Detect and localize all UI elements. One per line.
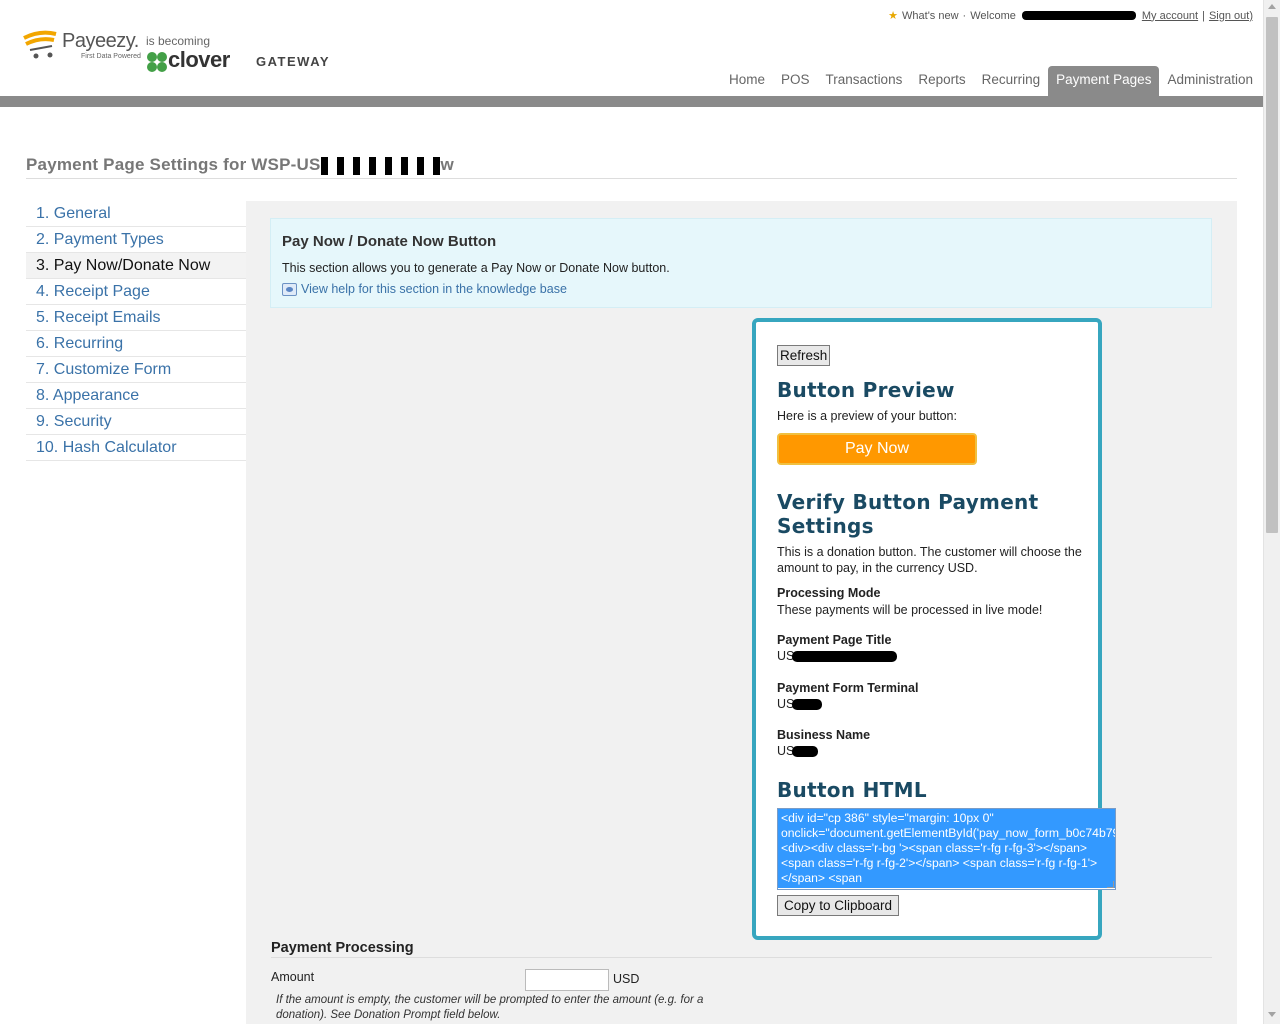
- payment-page-title-label: Payment Page Title: [777, 633, 892, 647]
- redacted-value: [792, 650, 898, 662]
- sidebar-item-recurring[interactable]: 6. Recurring: [26, 331, 246, 357]
- scroll-down-arrow-icon[interactable]: [1268, 1012, 1276, 1017]
- copy-to-clipboard-button[interactable]: Copy to Clipboard: [777, 895, 900, 916]
- sign-out-link[interactable]: Sign out): [1209, 10, 1253, 22]
- nav-recurring[interactable]: Recurring: [974, 66, 1049, 96]
- redacted-value: [792, 745, 819, 757]
- amount-help-note: If the amount is empty, the customer wil…: [276, 994, 704, 1021]
- account-bar: ★ What's new · Welcome My account | Sign…: [888, 9, 1253, 23]
- welcome-text: Welcome: [970, 9, 1016, 22]
- refresh-button[interactable]: Refresh: [777, 345, 831, 366]
- sidebar-item-customize-form[interactable]: 7. Customize Form: [26, 357, 246, 383]
- whats-new-link[interactable]: What's new: [902, 10, 959, 22]
- payeezy-wordmark: Payeezy.: [62, 30, 139, 52]
- first-data-tagline: First Data Powered: [81, 53, 141, 60]
- becoming-text: is becoming: [146, 34, 211, 48]
- button-preview-card: Refresh Button Preview Here is a preview…: [752, 318, 1116, 940]
- resize-grip-icon[interactable]: [1107, 881, 1114, 888]
- payment-page-title-value: US: [777, 649, 898, 663]
- redacted-title-part: [320, 156, 441, 175]
- scrollbar-thumb[interactable]: [1266, 17, 1278, 533]
- nav-home[interactable]: Home: [721, 66, 773, 96]
- vertical-scrollbar[interactable]: [1263, 0, 1280, 1024]
- separator-dot: ·: [962, 9, 967, 22]
- payment-processing-heading: Payment Processing: [271, 940, 414, 956]
- processing-mode-value: These payments will be processed in live…: [777, 603, 1043, 617]
- header-divider-bar: [0, 96, 1263, 107]
- button-html-heading: Button HTML: [777, 778, 927, 802]
- page-title: Payment Page Settings for WSP-US w: [26, 155, 454, 175]
- payeezy-clover-logo[interactable]: Payeezy. First Data Powered is becoming …: [22, 28, 329, 78]
- sidebar-item-general[interactable]: 1. General: [26, 201, 246, 227]
- clover-leaf-icon: [147, 52, 167, 72]
- section-info-box: Pay Now / Donate Now Button This section…: [270, 218, 1212, 308]
- sidebar-item-payment-types[interactable]: 2. Payment Types: [26, 227, 246, 253]
- sidebar-item-security[interactable]: 9. Security: [26, 409, 246, 435]
- knowledge-base-icon: [282, 282, 297, 296]
- page-title-tail: w: [440, 155, 454, 174]
- business-name-label: Business Name: [777, 728, 871, 742]
- nav-administration[interactable]: Administration: [1159, 66, 1261, 96]
- main-panel: Pay Now / Donate Now Button This section…: [246, 201, 1237, 1024]
- button-html-code[interactable]: <div id="cp 386" style="margin: 10px 0" …: [778, 809, 1115, 888]
- currency-label: USD: [613, 972, 640, 986]
- section-heading: Pay Now / Donate Now Button: [282, 233, 497, 250]
- clover-wordmark: clover: [168, 47, 230, 72]
- nav-payment-pages[interactable]: Payment Pages: [1048, 66, 1160, 96]
- cart-logo-icon: [23, 30, 57, 59]
- payment-form-terminal-label: Payment Form Terminal: [777, 681, 919, 695]
- payment-processing-divider: [271, 957, 1212, 958]
- sidebar-item-receipt-emails[interactable]: 5. Receipt Emails: [26, 305, 246, 331]
- amount-input[interactable]: [525, 969, 609, 991]
- pay-now-button[interactable]: Pay Now: [777, 433, 977, 465]
- help-link[interactable]: View help for this section in the knowle…: [282, 282, 567, 296]
- my-account-link[interactable]: My account: [1142, 10, 1198, 22]
- redacted-value: [792, 698, 823, 710]
- preview-text: Here is a preview of your button:: [777, 409, 957, 423]
- sidebar-item-hash-calculator[interactable]: 10. Hash Calculator: [26, 435, 246, 461]
- verify-heading: Verify Button Payment Settings: [777, 490, 1039, 538]
- business-name-value: US: [777, 744, 819, 758]
- pipe-separator: |: [1202, 9, 1205, 22]
- button-preview-heading: Button Preview: [777, 378, 955, 402]
- help-link-text[interactable]: View help for this section in the knowle…: [301, 282, 567, 296]
- redacted-username: [1021, 11, 1136, 20]
- header: Payeezy. First Data Powered is becoming …: [0, 0, 1263, 96]
- nav-pos[interactable]: POS: [773, 66, 818, 96]
- button-html-textarea[interactable]: <div id="cp 386" style="margin: 10px 0" …: [777, 808, 1116, 890]
- scroll-up-arrow-icon[interactable]: [1268, 4, 1276, 9]
- nav-reports[interactable]: Reports: [910, 66, 973, 96]
- sidebar-item-pay-now[interactable]: 3. Pay Now/Donate Now: [26, 253, 246, 279]
- star-icon: ★: [888, 10, 899, 22]
- gateway-wordmark: GATEWAY: [256, 54, 331, 69]
- amount-label: Amount: [271, 970, 315, 984]
- payment-form-terminal-value: US: [777, 697, 823, 711]
- title-divider: [26, 178, 1237, 179]
- nav-transactions[interactable]: Transactions: [818, 66, 911, 96]
- page-title-text: Payment Page Settings for WSP-US: [26, 155, 321, 174]
- sidebar-item-receipt-page[interactable]: 4. Receipt Page: [26, 279, 246, 305]
- processing-mode-label: Processing Mode: [777, 586, 881, 600]
- section-description: This section allows you to generate a Pa…: [282, 261, 670, 275]
- sidebar-item-appearance[interactable]: 8. Appearance: [26, 383, 246, 409]
- settings-sidebar: 1. General 2. Payment Types 3. Pay Now/D…: [26, 201, 246, 461]
- main-nav: Home POS Transactions Reports Recurring …: [721, 66, 1261, 96]
- verify-text: This is a donation button. The customer …: [777, 545, 1082, 575]
